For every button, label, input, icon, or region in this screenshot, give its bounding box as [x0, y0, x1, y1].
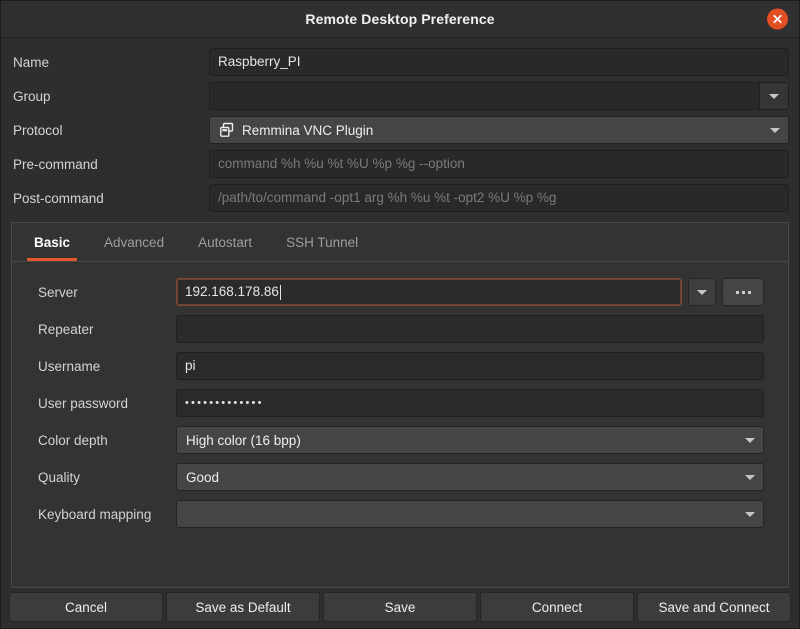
post-command-input[interactable]: /path/to/command -opt1 arg %h %u %t -opt… [209, 184, 789, 212]
name-label: Name [13, 54, 50, 70]
protocol-label: Protocol [13, 122, 63, 138]
quality-combo[interactable]: Good [176, 463, 764, 491]
pre-command-input[interactable]: command %h %u %t %U %p %g --option [209, 150, 789, 178]
cancel-button[interactable]: Cancel [9, 592, 163, 622]
password-label: User password [38, 395, 129, 411]
username-input-value: pi [185, 358, 196, 373]
pre-command-label: Pre-command [13, 156, 98, 172]
form-row-protocol: Protocol Remmina VNC Plugin [11, 116, 789, 144]
password-input[interactable]: ••••••••••••• [176, 389, 764, 417]
quality-label: Quality [38, 469, 81, 485]
close-icon [773, 14, 782, 24]
color-depth-label: Color depth [38, 432, 108, 448]
protocol-combo[interactable]: Remmina VNC Plugin [209, 116, 789, 144]
username-label: Username [38, 358, 101, 374]
form-row-name: Name Raspberry_PI [11, 48, 789, 76]
keyboard-mapping-label: Keyboard mapping [38, 506, 152, 522]
dialog-action-bar: Cancel Save as Default Save Connect Save… [1, 588, 799, 628]
post-command-label: Post-command [13, 190, 104, 206]
field-row-keyboard-mapping: Keyboard mapping [24, 500, 776, 528]
field-row-server: Server 192.168.178.86 [24, 278, 776, 306]
server-browse-button[interactable] [722, 278, 764, 306]
ellipsis-icon [735, 290, 739, 294]
field-row-password: User password ••••••••••••• [24, 389, 776, 417]
keyboard-mapping-combo[interactable] [176, 500, 764, 528]
settings-notebook: Basic Advanced Autostart SSH Tunnel Serv… [11, 222, 789, 588]
form-row-pre-command: Pre-command command %h %u %t %U %p %g --… [11, 150, 789, 178]
tab-basic[interactable]: Basic [17, 224, 87, 261]
tab-advanced[interactable]: Advanced [87, 224, 181, 261]
chevron-down-icon [697, 289, 707, 295]
window-title: Remote Desktop Preference [305, 11, 495, 27]
chevron-down-icon [770, 127, 780, 133]
group-input-value[interactable] [210, 83, 759, 109]
server-dropdown-button[interactable] [688, 278, 716, 306]
tab-autostart[interactable]: Autostart [181, 224, 269, 261]
text-caret [279, 284, 281, 300]
group-combo[interactable] [209, 82, 789, 110]
windows-plugin-icon [220, 122, 234, 137]
save-as-default-button[interactable]: Save as Default [166, 592, 320, 622]
color-depth-combo[interactable]: High color (16 bpp) [176, 426, 764, 454]
remote-desktop-preference-dialog: Remote Desktop Preference Name Raspberry… [0, 0, 800, 629]
basic-tab-panel: Server 192.168.178.86 Repeater Username … [12, 262, 788, 587]
form-row-post-command: Post-command /path/to/command -opt1 arg … [11, 184, 789, 212]
server-input[interactable]: 192.168.178.86 [176, 278, 682, 306]
field-row-quality: Quality Good [24, 463, 776, 491]
server-label: Server [38, 284, 78, 300]
field-row-color-depth: Color depth High color (16 bpp) [24, 426, 776, 454]
connect-button[interactable]: Connect [480, 592, 634, 622]
ellipsis-icon [741, 290, 745, 294]
group-label: Group [13, 88, 51, 104]
quality-value: Good [186, 469, 220, 485]
color-depth-value: High color (16 bpp) [186, 432, 301, 448]
titlebar: Remote Desktop Preference [1, 1, 799, 38]
form-row-group: Group [11, 82, 789, 110]
ellipsis-icon [747, 290, 751, 294]
chevron-down-icon [745, 511, 755, 517]
save-button[interactable]: Save [323, 592, 477, 622]
close-button[interactable] [767, 8, 788, 30]
connection-header-form: Name Raspberry_PI Group Protocol Remmina… [1, 38, 799, 220]
tab-bar: Basic Advanced Autostart SSH Tunnel [12, 223, 788, 262]
save-and-connect-button[interactable]: Save and Connect [637, 592, 791, 622]
field-row-username: Username pi [24, 352, 776, 380]
chevron-down-icon [745, 437, 755, 443]
name-input[interactable]: Raspberry_PI [209, 48, 789, 76]
username-input[interactable]: pi [176, 352, 764, 380]
post-command-placeholder: /path/to/command -opt1 arg %h %u %t -opt… [218, 190, 557, 205]
protocol-value: Remmina VNC Plugin [242, 122, 374, 138]
chevron-down-icon [769, 93, 779, 99]
tab-ssh-tunnel[interactable]: SSH Tunnel [269, 224, 375, 261]
chevron-down-icon [745, 474, 755, 480]
repeater-label: Repeater [38, 321, 94, 337]
pre-command-placeholder: command %h %u %t %U %p %g --option [218, 156, 465, 171]
field-row-repeater: Repeater [24, 315, 776, 343]
group-dropdown-button[interactable] [759, 83, 788, 109]
name-input-value: Raspberry_PI [218, 54, 301, 69]
server-input-value: 192.168.178.86 [185, 284, 279, 299]
repeater-input[interactable] [176, 315, 764, 343]
password-input-value: ••••••••••••• [185, 396, 264, 409]
